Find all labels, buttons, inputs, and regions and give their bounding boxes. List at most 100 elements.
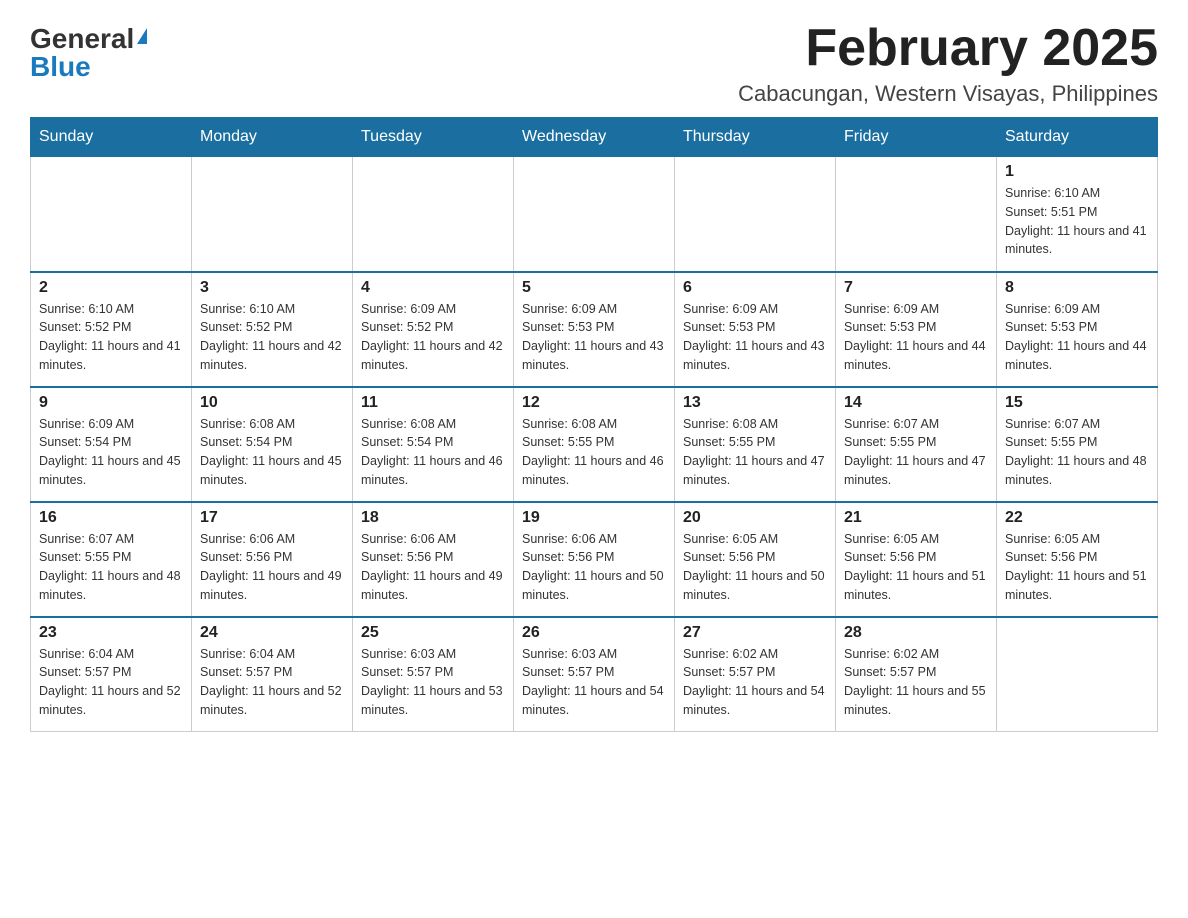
calendar-cell-4-2: 17 Sunrise: 6:06 AMSunset: 5:56 PMDayligh… [192,502,353,617]
calendar-cell-2-4: 5 Sunrise: 6:09 AMSunset: 5:53 PMDaylight… [514,272,675,387]
logo-general-text: General [30,25,134,53]
calendar-cell-4-3: 18Sunrise: 6:06 AMSunset: 5:56 PMDayligh… [353,502,514,617]
calendar-week-row-4: 16 Sunrise: 6:07 AMSunset: 5:55 PMDayligh… [31,502,1158,617]
day-info: Sunrise: 6:06 AMSunset: 5:56 PMDaylight:… [200,530,344,605]
day-number: 2 [39,279,183,297]
day-number: 16 [39,509,183,527]
day-number: 7 [844,279,988,297]
day-number: 14 [844,394,988,412]
calendar-week-row-2: 2 Sunrise: 6:10 AMSunset: 5:52 PMDaylight… [31,272,1158,387]
day-number: 12 [522,394,666,412]
day-number: 27 [683,624,827,642]
calendar-cell-3-4: 12Sunrise: 6:08 AMSunset: 5:55 PMDayligh… [514,387,675,502]
calendar-cell-2-5: 6 Sunrise: 6:09 AMSunset: 5:53 PMDaylight… [675,272,836,387]
day-number: 3 [200,279,344,297]
day-number: 15 [1005,394,1149,412]
calendar-cell-3-7: 15 Sunrise: 6:07 AMSunset: 5:55 PMDayligh… [997,387,1158,502]
calendar-cell-5-2: 24 Sunrise: 6:04 AMSunset: 5:57 PMDayligh… [192,617,353,732]
page-header: General Blue February 2025 Cabacungan, W… [30,20,1158,107]
day-info: Sunrise: 6:03 AMSunset: 5:57 PMDaylight:… [361,645,505,720]
calendar-week-row-3: 9 Sunrise: 6:09 AMSunset: 5:54 PMDaylight… [31,387,1158,502]
day-info: Sunrise: 6:08 AMSunset: 5:55 PMDaylight:… [683,415,827,490]
day-info: Sunrise: 6:09 AMSunset: 5:53 PMDaylight:… [1005,300,1149,375]
calendar-cell-5-7 [997,617,1158,732]
day-info: Sunrise: 6:08 AMSunset: 5:54 PMDaylight:… [200,415,344,490]
calendar-cell-3-5: 13 Sunrise: 6:08 AMSunset: 5:55 PMDayligh… [675,387,836,502]
calendar-cell-3-1: 9 Sunrise: 6:09 AMSunset: 5:54 PMDaylight… [31,387,192,502]
day-info: Sunrise: 6:08 AMSunset: 5:54 PMDaylight:… [361,415,505,490]
day-number: 6 [683,279,827,297]
calendar-cell-2-2: 3 Sunrise: 6:10 AMSunset: 5:52 PMDaylight… [192,272,353,387]
calendar-cell-1-3 [353,157,514,272]
calendar-cell-1-7: 1 Sunrise: 6:10 AMSunset: 5:51 PMDaylight… [997,157,1158,272]
day-number: 23 [39,624,183,642]
logo-triangle-icon [137,28,147,44]
calendar-cell-4-4: 19 Sunrise: 6:06 AMSunset: 5:56 PMDayligh… [514,502,675,617]
day-number: 13 [683,394,827,412]
day-info: Sunrise: 6:04 AMSunset: 5:57 PMDaylight:… [39,645,183,720]
calendar-cell-2-6: 7 Sunrise: 6:09 AMSunset: 5:53 PMDaylight… [836,272,997,387]
day-info: Sunrise: 6:06 AMSunset: 5:56 PMDaylight:… [522,530,666,605]
day-number: 21 [844,509,988,527]
logo-blue-text: Blue [30,53,91,81]
day-info: Sunrise: 6:05 AMSunset: 5:56 PMDaylight:… [683,530,827,605]
day-info: Sunrise: 6:10 AMSunset: 5:52 PMDaylight:… [39,300,183,375]
day-number: 24 [200,624,344,642]
title-block: February 2025 Cabacungan, Western Visaya… [738,20,1158,107]
logo: General Blue [30,20,147,81]
calendar-header-monday: Monday [192,118,353,157]
calendar-cell-4-1: 16 Sunrise: 6:07 AMSunset: 5:55 PMDayligh… [31,502,192,617]
day-info: Sunrise: 6:09 AMSunset: 5:53 PMDaylight:… [522,300,666,375]
day-info: Sunrise: 6:07 AMSunset: 5:55 PMDaylight:… [39,530,183,605]
calendar-cell-2-7: 8 Sunrise: 6:09 AMSunset: 5:53 PMDaylight… [997,272,1158,387]
day-number: 28 [844,624,988,642]
day-info: Sunrise: 6:04 AMSunset: 5:57 PMDaylight:… [200,645,344,720]
day-info: Sunrise: 6:09 AMSunset: 5:53 PMDaylight:… [683,300,827,375]
calendar-cell-4-6: 21 Sunrise: 6:05 AMSunset: 5:56 PMDayligh… [836,502,997,617]
calendar-table: SundayMondayTuesdayWednesdayThursdayFrid… [30,117,1158,732]
calendar-cell-3-2: 10 Sunrise: 6:08 AMSunset: 5:54 PMDayligh… [192,387,353,502]
month-title: February 2025 [738,20,1158,77]
day-info: Sunrise: 6:05 AMSunset: 5:56 PMDaylight:… [1005,530,1149,605]
day-number: 25 [361,624,505,642]
calendar-cell-1-6 [836,157,997,272]
day-number: 11 [361,394,505,412]
day-info: Sunrise: 6:07 AMSunset: 5:55 PMDaylight:… [1005,415,1149,490]
day-number: 9 [39,394,183,412]
calendar-cell-4-7: 22 Sunrise: 6:05 AMSunset: 5:56 PMDayligh… [997,502,1158,617]
calendar-cell-1-1 [31,157,192,272]
day-info: Sunrise: 6:10 AMSunset: 5:52 PMDaylight:… [200,300,344,375]
calendar-cell-4-5: 20Sunrise: 6:05 AMSunset: 5:56 PMDayligh… [675,502,836,617]
day-number: 17 [200,509,344,527]
calendar-cell-5-3: 25 Sunrise: 6:03 AMSunset: 5:57 PMDayligh… [353,617,514,732]
calendar-cell-5-6: 28Sunrise: 6:02 AMSunset: 5:57 PMDayligh… [836,617,997,732]
calendar-cell-5-4: 26 Sunrise: 6:03 AMSunset: 5:57 PMDayligh… [514,617,675,732]
calendar-week-row-1: 1 Sunrise: 6:10 AMSunset: 5:51 PMDaylight… [31,157,1158,272]
day-number: 10 [200,394,344,412]
day-number: 1 [1005,163,1149,181]
location-subtitle: Cabacungan, Western Visayas, Philippines [738,81,1158,107]
day-number: 22 [1005,509,1149,527]
calendar-cell-1-4 [514,157,675,272]
calendar-cell-5-5: 27 Sunrise: 6:02 AMSunset: 5:57 PMDayligh… [675,617,836,732]
calendar-cell-2-3: 4Sunrise: 6:09 AMSunset: 5:52 PMDaylight… [353,272,514,387]
day-number: 19 [522,509,666,527]
calendar-cell-3-6: 14 Sunrise: 6:07 AMSunset: 5:55 PMDayligh… [836,387,997,502]
day-info: Sunrise: 6:10 AMSunset: 5:51 PMDaylight:… [1005,184,1149,259]
calendar-cell-3-3: 11 Sunrise: 6:08 AMSunset: 5:54 PMDayligh… [353,387,514,502]
calendar-header-wednesday: Wednesday [514,118,675,157]
day-info: Sunrise: 6:09 AMSunset: 5:53 PMDaylight:… [844,300,988,375]
day-number: 8 [1005,279,1149,297]
day-info: Sunrise: 6:03 AMSunset: 5:57 PMDaylight:… [522,645,666,720]
day-number: 5 [522,279,666,297]
day-info: Sunrise: 6:02 AMSunset: 5:57 PMDaylight:… [683,645,827,720]
day-info: Sunrise: 6:09 AMSunset: 5:54 PMDaylight:… [39,415,183,490]
calendar-header-thursday: Thursday [675,118,836,157]
calendar-header-saturday: Saturday [997,118,1158,157]
day-number: 26 [522,624,666,642]
calendar-cell-2-1: 2 Sunrise: 6:10 AMSunset: 5:52 PMDaylight… [31,272,192,387]
calendar-header-tuesday: Tuesday [353,118,514,157]
day-info: Sunrise: 6:07 AMSunset: 5:55 PMDaylight:… [844,415,988,490]
day-info: Sunrise: 6:05 AMSunset: 5:56 PMDaylight:… [844,530,988,605]
calendar-header-sunday: Sunday [31,118,192,157]
